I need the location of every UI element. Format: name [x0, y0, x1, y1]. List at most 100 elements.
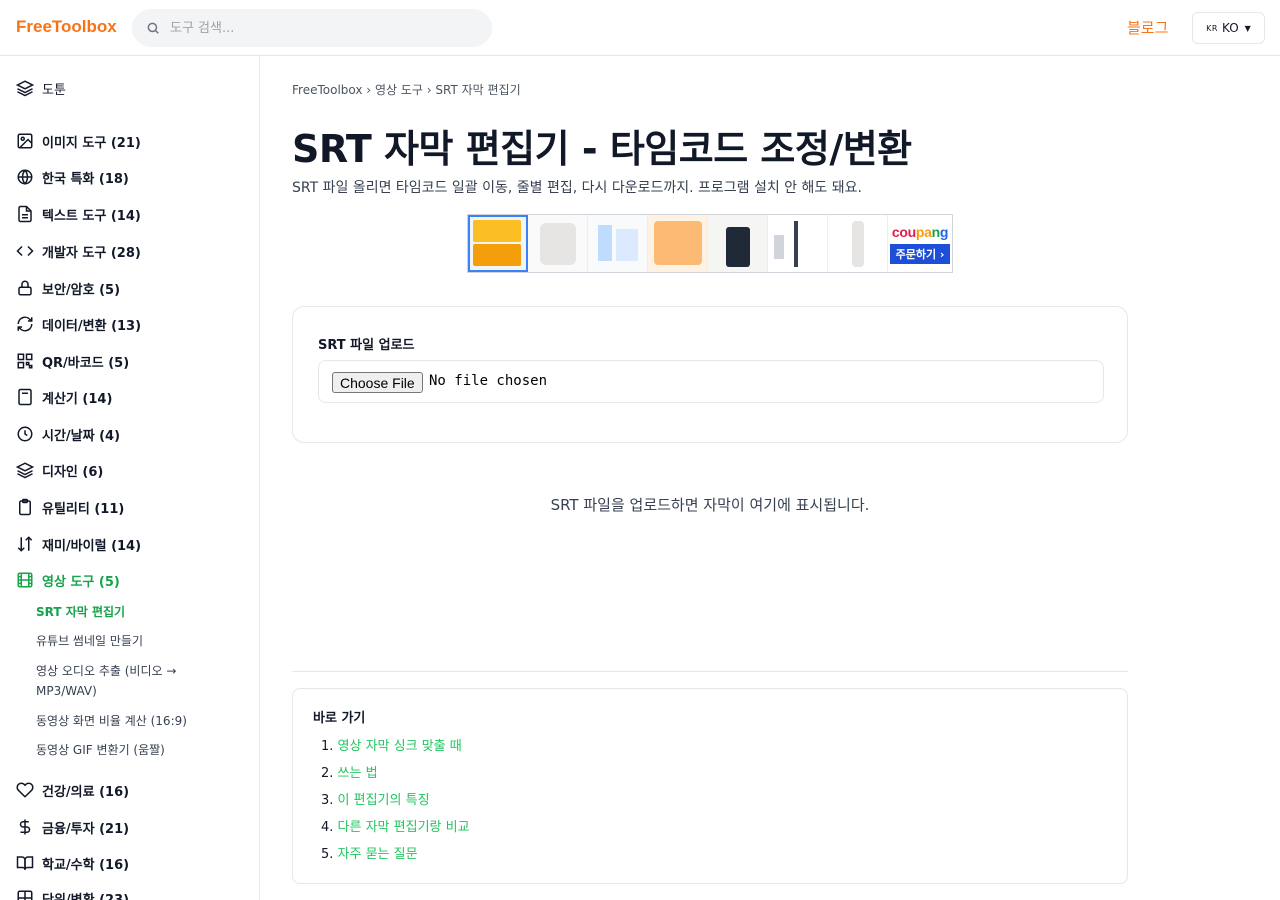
sidebar-item-text[interactable]: 텍스트 도구 (14): [16, 202, 141, 226]
image-icon: [17, 133, 33, 149]
toc-item: 4. 다른 자막 편집기랑 비교: [321, 816, 470, 835]
qr-icon: [17, 353, 33, 369]
sidebar-item-label: QR/바코드 (5): [42, 355, 130, 371]
choose-file-button[interactable]: Choose File: [332, 372, 423, 393]
ad-product-image[interactable]: [828, 215, 888, 272]
page-title: SRT 자막 편집기 - 타임코드 조정/변환: [292, 127, 912, 171]
sidebar-item-video[interactable]: 영상 도구 (5): [16, 568, 120, 592]
sidebar-subitem-audio-extract[interactable]: 영상 오디오 추출 (비디오 → MP3/WAV): [36, 661, 206, 701]
sidebar-item-developer[interactable]: 개발자 도구 (28): [16, 239, 141, 263]
sidebar-subitem-srt-editor[interactable]: SRT 자막 편집기: [36, 602, 226, 622]
upload-card: SRT 파일 업로드 Choose File No file chosen: [292, 306, 1128, 443]
toc-link[interactable]: 자주 묻는 질문: [338, 847, 418, 862]
toc-link[interactable]: 쓰는 법: [338, 766, 378, 781]
file-status: No file chosen: [429, 373, 548, 389]
sort-icon: [17, 536, 33, 552]
site-logo[interactable]: FreeToolbox: [16, 17, 117, 37]
ad-banner[interactable]: coupang 주문하기 ›: [467, 214, 953, 273]
coupang-logo: coupang: [891, 223, 949, 240]
search-bar[interactable]: [132, 9, 492, 47]
breadcrumb-current: SRT 자막 편집기: [435, 83, 521, 97]
layers-icon: [16, 462, 34, 479]
sidebar-item-calculator[interactable]: 계산기 (14): [16, 385, 112, 409]
sidebar-item-label: 재미/바이럴 (14): [42, 538, 142, 554]
ad-product-image[interactable]: [708, 215, 768, 272]
film-icon: [17, 572, 33, 588]
breadcrumb-separator: ›: [366, 83, 372, 97]
sidebar-item-label: 보안/암호 (5): [42, 282, 121, 298]
ad-product-image[interactable]: [648, 215, 708, 272]
sidebar-item-label: 영상 도구 (5): [42, 574, 120, 590]
breadcrumb: FreeToolbox › 영상 도구 › SRT 자막 편집기: [292, 81, 521, 98]
sidebar-item-image[interactable]: 이미지 도구 (21): [16, 129, 141, 153]
caret-down-icon: ▼: [1244, 23, 1251, 33]
sidebar-item-utility[interactable]: 유틸리티 (11): [16, 495, 124, 519]
heart-icon: [16, 782, 34, 798]
toc-link[interactable]: 영상 자막 싱크 맞출 때: [338, 739, 462, 754]
blog-link[interactable]: 블로그: [1127, 17, 1168, 38]
toc-link[interactable]: 다른 자막 편집기랑 비교: [338, 820, 470, 835]
search-icon: [147, 22, 159, 34]
sidebar-item-data[interactable]: 데이터/변환 (13): [16, 312, 141, 336]
sidebar-item-label: 한국 특화 (18): [42, 171, 129, 187]
sidebar-item-unit[interactable]: 단위/변환 (23): [16, 886, 129, 900]
sidebar-item-health[interactable]: 건강/의료 (16): [16, 778, 129, 802]
sidebar-item-label: 이미지 도구 (21): [42, 135, 141, 151]
sidebar-item-school[interactable]: 학교/수학 (16): [16, 851, 129, 875]
toc-item: 5. 자주 묻는 질문: [321, 843, 418, 862]
sidebar-item-finance[interactable]: 금융/투자 (21): [16, 815, 129, 839]
language-selector[interactable]: KR KO ▼: [1192, 12, 1265, 44]
search-input[interactable]: [170, 9, 480, 47]
top-header: FreeToolbox 블로그 KR KO ▼: [0, 0, 1280, 56]
clipboard-icon: [19, 498, 31, 516]
ad-product-image[interactable]: [468, 215, 528, 272]
toc-number: 3.: [321, 793, 334, 808]
toc-title: 바로 가기: [313, 711, 366, 726]
ad-product-image[interactable]: [768, 215, 828, 272]
toc-item: 2. 쓰는 법: [321, 762, 378, 781]
globe-icon: [17, 169, 33, 185]
toc-link[interactable]: 이 편집기의 특징: [338, 793, 430, 808]
divider: [292, 671, 1128, 672]
upload-label: SRT 파일 업로드: [318, 338, 415, 353]
lock-icon: [18, 280, 32, 296]
sidebar: 도툰 이미지 도구 (21) 한국 특화 (18) 텍스트 도구 (14) 개발…: [0, 56, 260, 900]
table-of-contents: 바로 가기 1. 영상 자막 싱크 맞출 때 2. 쓰는 법 3. 이 편집기의…: [292, 688, 1128, 884]
sidebar-item-label: 단위/변환 (23): [42, 892, 130, 900]
sidebar-item-qr[interactable]: QR/바코드 (5): [16, 349, 129, 373]
sidebar-subitem-aspect-ratio[interactable]: 동영상 화면 비율 계산 (16:9): [36, 711, 226, 731]
toc-number: 2.: [321, 766, 334, 781]
sidebar-item-security[interactable]: 보안/암호 (5): [16, 276, 120, 300]
toc-number: 4.: [321, 820, 334, 835]
sidebar-item-label: 데이터/변환 (13): [42, 318, 142, 334]
toc-number: 5.: [321, 847, 334, 862]
layers-icon: [16, 80, 34, 97]
coupang-ad-block[interactable]: coupang 주문하기 ›: [888, 215, 952, 272]
book-icon: [16, 856, 34, 870]
sidebar-item-label: 텍스트 도구 (14): [42, 208, 141, 224]
sidebar-item-label: 시간/날짜 (4): [42, 428, 121, 444]
sidebar-item-label: 건강/의료 (16): [42, 784, 130, 800]
sidebar-item-label: 계산기 (14): [42, 391, 113, 407]
breadcrumb-separator: ›: [426, 83, 432, 97]
order-button[interactable]: 주문하기 ›: [889, 243, 951, 264]
sidebar-item-label: 유틸리티 (11): [42, 501, 125, 517]
sidebar-item-top[interactable]: 도툰: [16, 76, 66, 100]
sidebar-item-korea[interactable]: 한국 특화 (18): [16, 165, 129, 189]
sidebar-item-label: 학교/수학 (16): [42, 857, 130, 873]
ad-product-image[interactable]: [588, 215, 648, 272]
breadcrumb-category[interactable]: 영상 도구: [375, 83, 423, 97]
sidebar-item-design[interactable]: 디자인 (6): [16, 458, 103, 482]
ad-product-image[interactable]: [528, 215, 588, 272]
sidebar-subitem-youtube-thumbnail[interactable]: 유튜브 썸네일 만들기: [36, 631, 226, 651]
sidebar-item-time[interactable]: 시간/날짜 (4): [16, 422, 120, 446]
sidebar-subitem-gif-converter[interactable]: 동영상 GIF 변환기 (움짤): [36, 740, 226, 760]
language-label: KO: [1221, 21, 1239, 35]
file-input[interactable]: Choose File No file chosen: [318, 360, 1104, 403]
sidebar-item-fun[interactable]: 재미/바이럴 (14): [16, 532, 141, 556]
breadcrumb-home[interactable]: FreeToolbox: [292, 83, 362, 97]
sidebar-item-label: 디자인 (6): [42, 464, 104, 480]
file-text-icon: [18, 205, 32, 223]
refresh-icon: [17, 316, 33, 332]
empty-state-message: SRT 파일을 업로드하면 자막이 여기에 표시됩니다.: [550, 496, 870, 514]
